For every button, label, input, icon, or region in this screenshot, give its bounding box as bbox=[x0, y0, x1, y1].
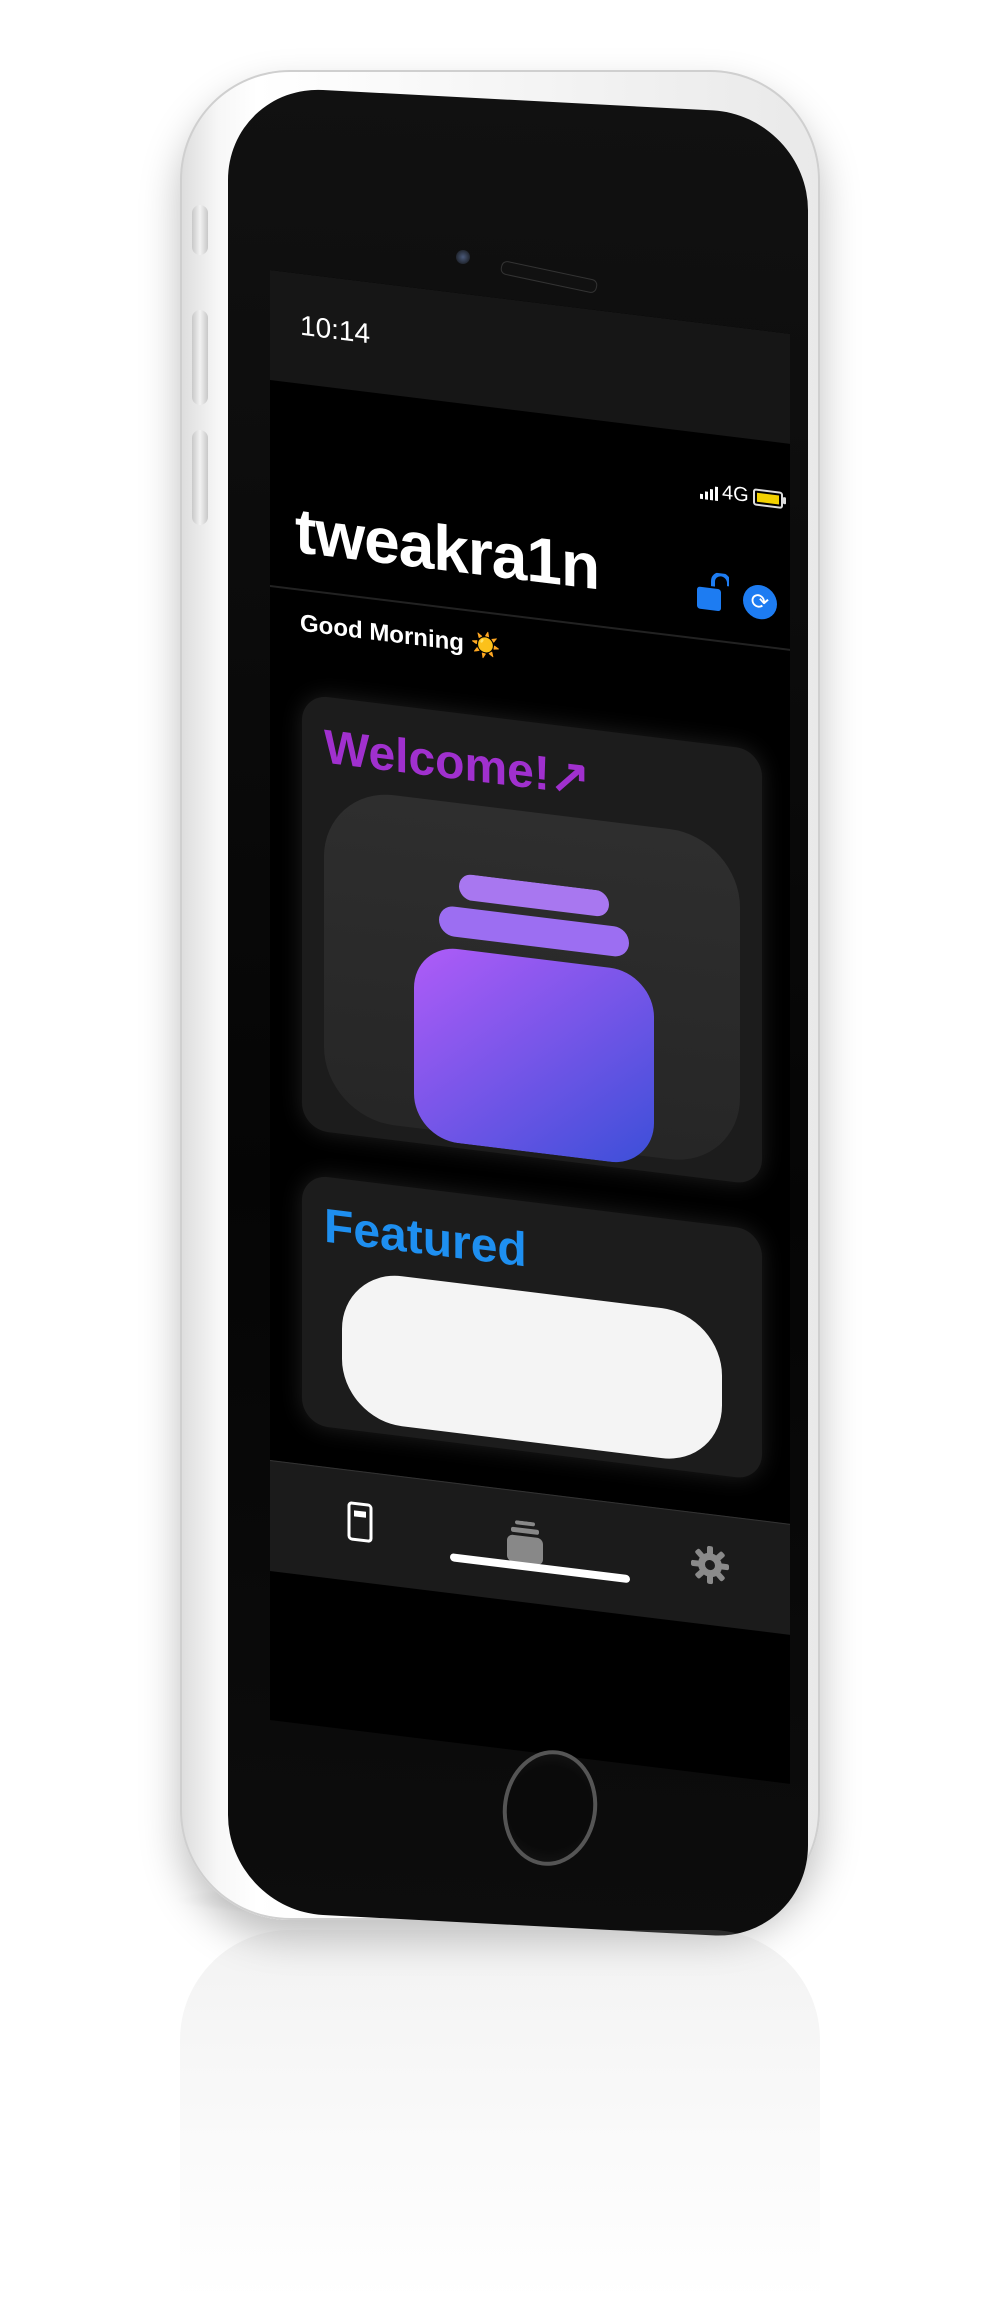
welcome-title: Welcome!↗ bbox=[324, 720, 591, 807]
featured-preview-image bbox=[342, 1268, 722, 1466]
signal-icon bbox=[700, 482, 718, 501]
featured-title: Featured bbox=[324, 1199, 527, 1278]
phone-icon bbox=[347, 1501, 373, 1543]
volume-up-button bbox=[192, 310, 208, 405]
app-title: tweakra1n bbox=[295, 494, 600, 604]
battery-icon bbox=[752, 488, 783, 509]
front-camera bbox=[456, 250, 470, 264]
app-screen: 10:14 4G tweakra1n ⟳ Good Morning ☀️ Wel… bbox=[270, 270, 790, 1784]
gear-icon bbox=[691, 1545, 729, 1585]
welcome-app-icon bbox=[324, 786, 740, 1168]
network-label: 4G bbox=[722, 481, 749, 507]
welcome-card[interactable]: Welcome!↗ bbox=[302, 693, 762, 1186]
greeting-text: Good Morning ☀️ bbox=[300, 609, 501, 662]
featured-card[interactable]: Featured bbox=[302, 1173, 762, 1481]
status-indicators: 4G bbox=[700, 479, 783, 512]
phone-reflection bbox=[180, 1930, 820, 2300]
refresh-icon[interactable]: ⟳ bbox=[743, 583, 777, 622]
mute-switch bbox=[192, 205, 208, 255]
stack-icon bbox=[414, 874, 654, 1163]
stack-tab-icon bbox=[507, 1520, 543, 1565]
volume-down-button bbox=[192, 430, 208, 525]
unlock-icon[interactable] bbox=[695, 570, 729, 614]
status-time: 10:14 bbox=[300, 309, 371, 350]
tab-bar bbox=[270, 1460, 790, 1635]
tab-settings[interactable] bbox=[680, 1531, 740, 1598]
device-mockup: 10:14 4G tweakra1n ⟳ Good Morning ☀️ Wel… bbox=[0, 0, 1000, 2300]
tab-home[interactable] bbox=[330, 1488, 390, 1555]
